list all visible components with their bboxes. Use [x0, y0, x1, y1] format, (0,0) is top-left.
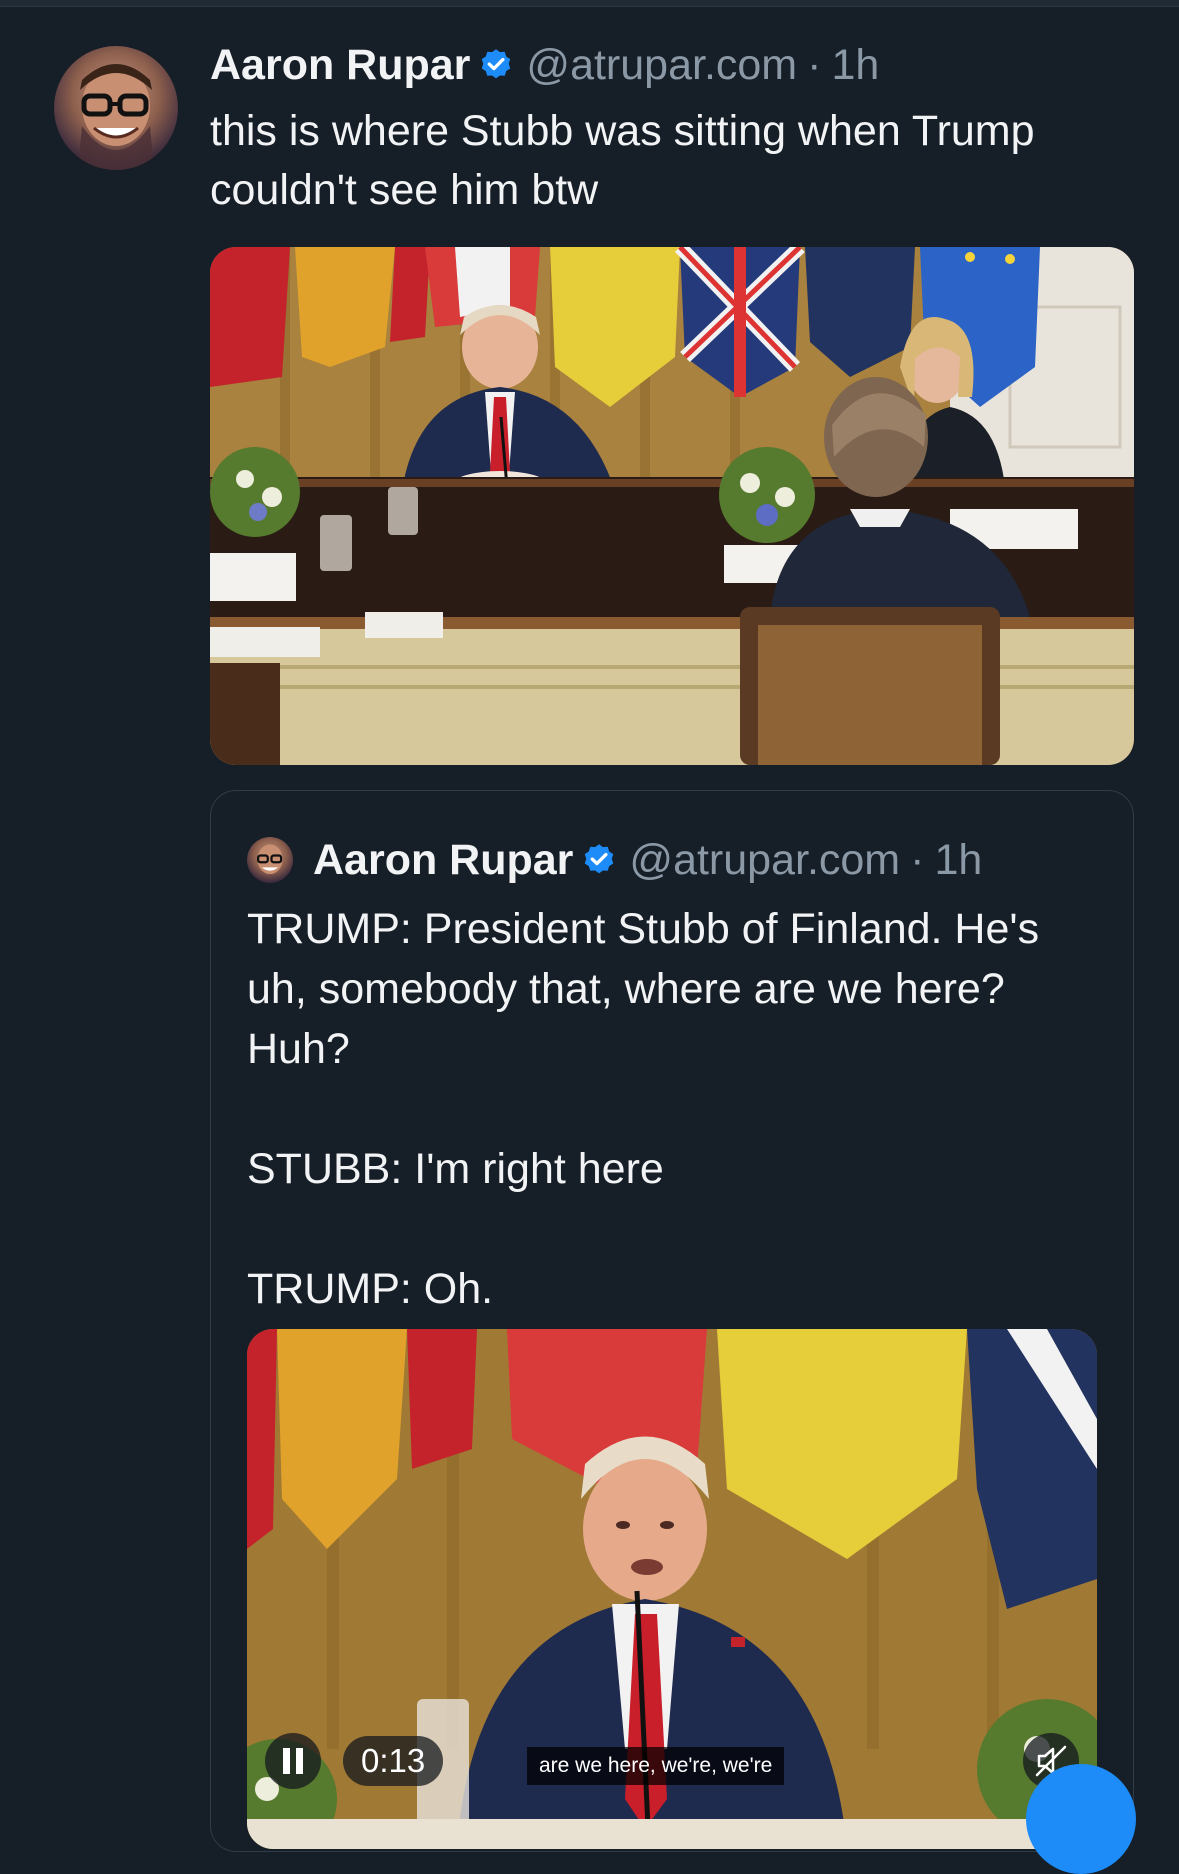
- quoted-author-avatar[interactable]: [247, 837, 293, 883]
- post-text: this is where Stubb was sitting when Tru…: [210, 107, 1035, 214]
- verified-badge-icon: [482, 49, 511, 79]
- separator-dot: ·: [807, 40, 822, 89]
- author-name[interactable]: Aaron Rupar: [210, 41, 470, 90]
- avatar-photo-icon: [257, 844, 283, 875]
- author-avatar[interactable]: [54, 46, 178, 170]
- separator-dot: ·: [910, 835, 925, 884]
- quoted-post-timestamp[interactable]: 1h: [934, 836, 982, 885]
- quoted-author-handle[interactable]: @atrupar.com: [629, 836, 900, 885]
- post-content: Aaron Rupar @atrupar.com · 1h this is wh…: [210, 36, 1134, 220]
- video-timecode: 0:13: [343, 1736, 444, 1786]
- quoted-author-name[interactable]: Aaron Rupar: [313, 836, 573, 885]
- avatar-photo-icon: [78, 64, 154, 170]
- quoted-post[interactable]: Aaron Rupar @atrupar.com · 1h TRUMP: Pre…: [210, 790, 1134, 1852]
- compose-fab-button[interactable]: [1026, 1764, 1136, 1874]
- pause-icon: [283, 1748, 290, 1774]
- author-handle[interactable]: @atrupar.com: [526, 41, 797, 90]
- meeting-photo: [210, 247, 1134, 765]
- pause-icon-bar: [296, 1748, 303, 1774]
- verified-badge-icon: [585, 844, 614, 874]
- post-timestamp[interactable]: 1h: [831, 41, 879, 90]
- pause-button[interactable]: [265, 1733, 321, 1789]
- post-image[interactable]: [210, 247, 1134, 765]
- post-header: Aaron Rupar @atrupar.com · 1h: [210, 36, 1134, 94]
- quoted-post-text: TRUMP: President Stubb of Finland. He's …: [247, 905, 1040, 1313]
- video-player[interactable]: 0:13 are we here, we're, we're: [247, 1329, 1097, 1849]
- video-caption: are we here, we're, we're: [527, 1747, 785, 1785]
- quoted-post-header: Aaron Rupar @atrupar.com · 1h: [247, 833, 982, 887]
- post[interactable]: Aaron Rupar @atrupar.com · 1h this is wh…: [0, 6, 1179, 1874]
